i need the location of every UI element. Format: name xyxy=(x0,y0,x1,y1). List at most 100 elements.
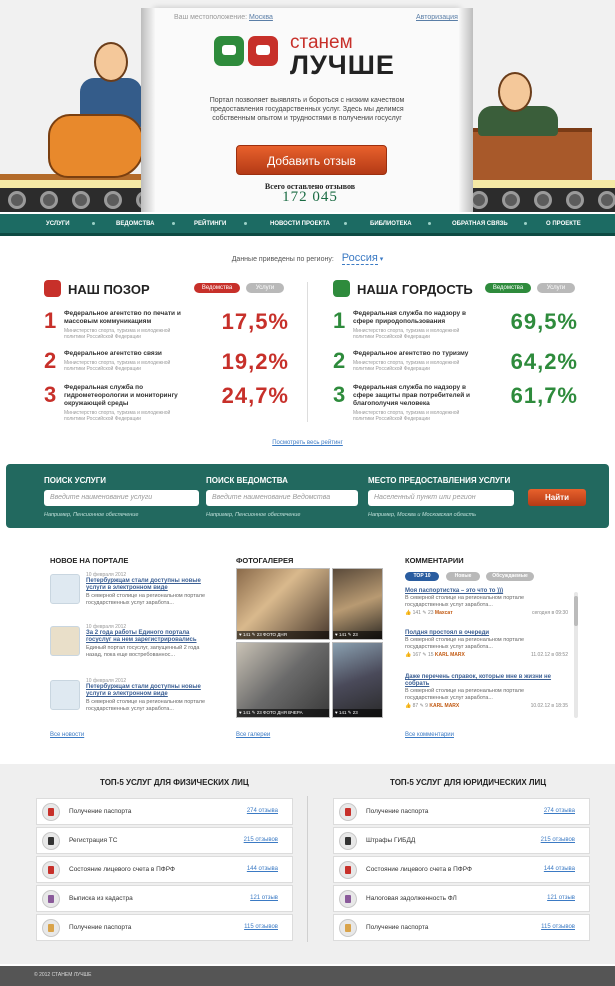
shame-rating: НАШ ПОЗОР Ведомства Услуги 1 Федеральное… xyxy=(44,280,289,422)
nav-item-feedback[interactable]: Обратная связь xyxy=(452,221,508,227)
service-row[interactable]: Штрафы ГИБДД 215 отзывов xyxy=(333,827,590,854)
gallery-title: ФОТОГАЛЕРЕЯ xyxy=(236,556,294,565)
nav-item-news[interactable]: Новости проекта xyxy=(270,221,330,227)
pride-item[interactable]: 3 Федеральная служба по надзору в сфере … xyxy=(333,382,578,424)
service-row[interactable]: Регистрация ТС 215 отзывов xyxy=(36,827,293,854)
comment-likes: 167 xyxy=(412,652,421,658)
news-item[interactable]: 10 февраля 2012 За 2 года работы Единого… xyxy=(50,624,210,674)
comments-tab-discussed[interactable]: Обсуждаемые xyxy=(486,572,534,581)
comment-item[interactable]: Полдня простоял в очереди В северной сто… xyxy=(405,630,568,670)
find-button[interactable]: Найти xyxy=(528,489,586,506)
service-review-count[interactable]: 121 отзыв xyxy=(547,895,575,901)
service-row[interactable]: Выписка из кадастра 121 отзыв xyxy=(36,885,293,912)
service-row[interactable]: Налоговая задолженность ФЛ 121 отзыв xyxy=(333,885,590,912)
nav-item-agencies[interactable]: Ведомства xyxy=(116,221,155,227)
passport-icon xyxy=(339,803,357,821)
gallery-photo[interactable]: ♥ 141 ✎ 23 ФОТО ДНЯ ВЧЕРА xyxy=(236,642,330,718)
portal-description: Портал позволяет выявлять и бороться с н… xyxy=(209,97,405,122)
pride-icon xyxy=(333,280,350,297)
shame-item[interactable]: 1 Федеральное агентство по печати и масс… xyxy=(44,308,289,350)
all-comments-link[interactable]: Все комментарии xyxy=(405,732,454,738)
news-item[interactable]: 10 февраля 2012 Петербуржцам стали досту… xyxy=(50,572,210,622)
comment-item[interactable]: Даже перечень справок, которые мне в жиз… xyxy=(405,674,568,714)
scrollbar-thumb[interactable] xyxy=(574,596,578,626)
comments-tab-new[interactable]: Новые xyxy=(446,572,480,581)
comment-author[interactable]: KARL MARX xyxy=(429,703,459,709)
service-search-input[interactable]: Введите наименование услуги xyxy=(44,490,199,506)
place-search-input[interactable]: Населенный пункт или регион xyxy=(368,490,514,506)
service-row[interactable]: Получение паспорта 274 отзыва xyxy=(36,798,293,825)
add-review-button[interactable]: Добавить отзыв xyxy=(236,145,387,175)
location-link[interactable]: Москва xyxy=(249,14,273,21)
nav-item-about[interactable]: О проекте xyxy=(546,221,581,227)
nav-item-services[interactable]: Услуги xyxy=(46,221,70,227)
passport-icon xyxy=(42,919,60,937)
comment-title-link[interactable]: Даже перечень справок, которые мне в жиз… xyxy=(405,674,568,688)
comments-tab-top10[interactable]: TOP 10 xyxy=(405,572,439,581)
photo-comments: 23 xyxy=(352,632,358,637)
service-row[interactable]: Получение паспорта 115 отзывов xyxy=(333,914,590,941)
service-review-count[interactable]: 274 отзыва xyxy=(247,808,278,814)
comment-title-link[interactable]: Полдня простоял в очереди xyxy=(405,630,568,637)
pride-item[interactable]: 1 Федеральная служба по надзору в сфере … xyxy=(333,308,578,350)
all-news-link[interactable]: Все новости xyxy=(50,732,84,738)
pride-tab-services[interactable]: Услуги xyxy=(537,283,575,293)
ministry-name: Министерство спорта, туризма и молодежно… xyxy=(64,360,171,372)
gallery-photo[interactable]: ♥ 141 ✎ 23 xyxy=(332,568,383,640)
service-row[interactable]: Получение паспорта 115 отзывов xyxy=(36,914,293,941)
thumb-up-icon[interactable]: 👍 xyxy=(405,610,411,616)
service-review-count[interactable]: 144 отзыва xyxy=(247,866,278,872)
traffic-light-icon xyxy=(42,832,60,850)
news-title-link[interactable]: Петербуржцам стали доступны новые услуги… xyxy=(86,684,208,698)
gallery-photo[interactable]: ♥ 141 ✎ 23 ФОТО ДНЯ xyxy=(236,568,330,640)
rating-divider xyxy=(307,282,308,422)
all-galleries-link[interactable]: Все галереи xyxy=(236,732,270,738)
page: Ваш местоположение: Москва Авторизация с… xyxy=(0,0,615,986)
news-title-link[interactable]: За 2 года работы Единого портала госуслу… xyxy=(86,630,208,644)
photo-gallery: ♥ 141 ✎ 23 ФОТО ДНЯ ♥ 141 ✎ 23 ♥ 141 ✎ 2… xyxy=(236,568,383,718)
shame-tab-agencies[interactable]: Ведомства xyxy=(194,283,240,293)
service-review-count[interactable]: 115 отзывов xyxy=(244,924,278,930)
service-review-count[interactable]: 144 отзыва xyxy=(544,866,575,872)
news-title-link[interactable]: Петербуржцам стали доступны новые услуги… xyxy=(86,578,208,592)
service-review-count[interactable]: 274 отзыва xyxy=(544,808,575,814)
comment-icon: ✎ xyxy=(347,710,352,715)
service-name: Получение паспорта xyxy=(366,924,429,931)
right-desk-illustration xyxy=(462,128,592,182)
logo-green-icon xyxy=(214,36,244,66)
nav-separator xyxy=(244,222,247,225)
service-review-count[interactable]: 115 отзывов xyxy=(541,924,575,930)
chevron-down-icon[interactable]: ▾ xyxy=(380,256,384,263)
service-review-count[interactable]: 215 отзывов xyxy=(541,837,575,843)
conveyor-wheel xyxy=(566,191,584,209)
agency-search-input[interactable]: Введите наименование Ведомства xyxy=(206,490,358,506)
shame-tab-services[interactable]: Услуги xyxy=(246,283,284,293)
comment-item[interactable]: Моя паспортистка – это что то ))) В севе… xyxy=(405,588,568,628)
all-rating-link[interactable]: Посмотреть весь рейтинг xyxy=(0,440,615,446)
service-row[interactable]: Состояние лицевого счета в ПФРФ 144 отзы… xyxy=(333,856,590,883)
nav-item-library[interactable]: Библиотека xyxy=(370,221,412,227)
service-review-count[interactable]: 215 отзывов xyxy=(244,837,278,843)
comment-likes: 141 xyxy=(412,610,421,616)
comment-meta: 👍 167 ✎ 15 KARL MARX 11.02.12 в 08:52 xyxy=(405,652,568,658)
thumb-up-icon[interactable]: 👍 xyxy=(405,652,411,658)
comment-title-link[interactable]: Моя паспортистка – это что то ))) xyxy=(405,588,568,595)
service-row[interactable]: Получение паспорта 274 отзыва xyxy=(333,798,590,825)
logo-word-bottom: ЛУЧШЕ xyxy=(290,50,395,80)
region-dropdown[interactable]: Россия xyxy=(341,252,378,265)
shame-item[interactable]: 3 Федеральная служба по гидрометеорологи… xyxy=(44,382,289,424)
gallery-photo[interactable]: ♥ 141 ✎ 23 xyxy=(332,642,383,718)
comment-author[interactable]: KARL MARX xyxy=(435,652,465,658)
service-row[interactable]: Состояние лицевого счета в ПФРФ 144 отзы… xyxy=(36,856,293,883)
pride-tab-agencies[interactable]: Ведомства xyxy=(485,283,531,293)
service-review-count[interactable]: 121 отзыв xyxy=(250,895,278,901)
service-search-example: Например, Пенсионное обеспечение xyxy=(44,512,139,518)
login-link[interactable]: Авторизация xyxy=(416,14,458,21)
comment-author[interactable]: Махсат xyxy=(435,610,453,616)
comments-scrollbar[interactable] xyxy=(574,592,578,718)
rating-percent: 61,7% xyxy=(510,383,578,408)
thumb-up-icon[interactable]: 👍 xyxy=(405,703,411,709)
nav-item-ratings[interactable]: Рейтинги xyxy=(194,221,226,227)
logo[interactable]: станем ЛУЧШЕ xyxy=(214,32,414,80)
news-item[interactable]: 10 февраля 2012 Петербуржцам стали досту… xyxy=(50,678,210,728)
